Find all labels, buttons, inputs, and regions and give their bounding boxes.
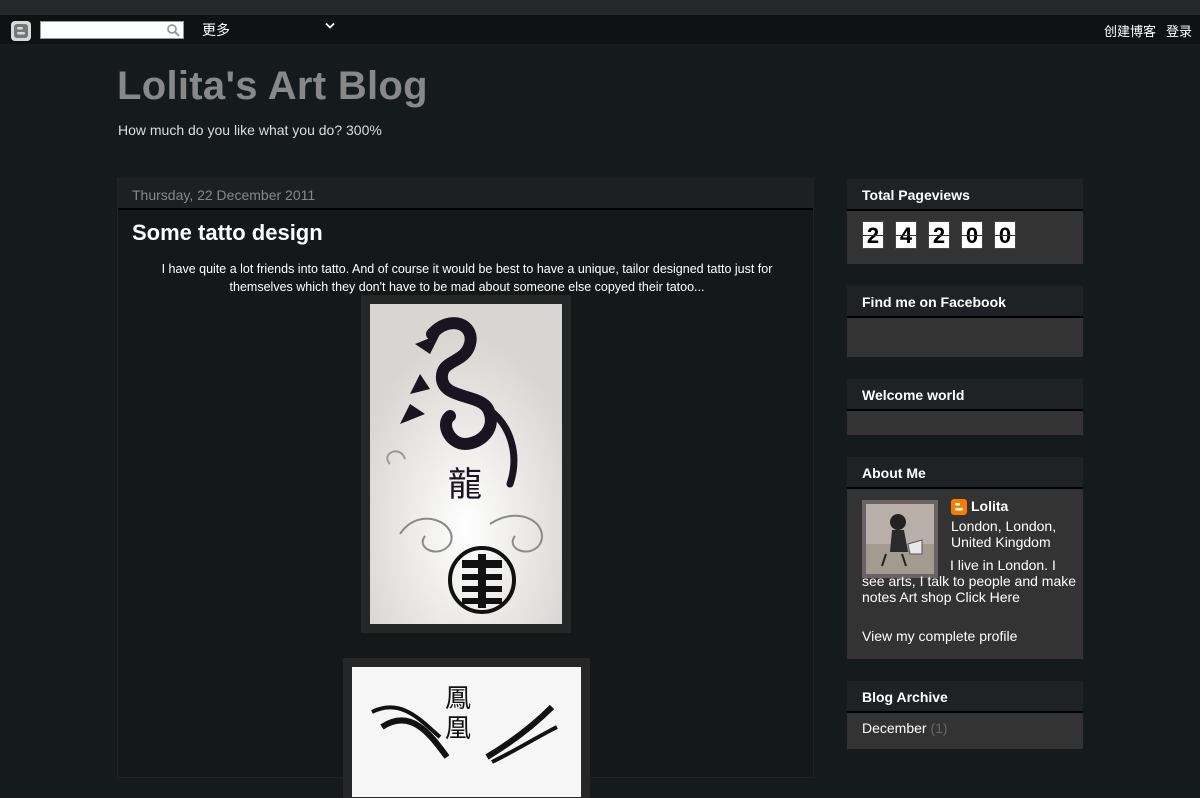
about-me-header: About Me <box>847 457 1083 489</box>
counter-digit: 2 <box>862 221 884 249</box>
svg-text:鳳: 鳳 <box>445 684 471 714</box>
blog-archive-title: Blog Archive <box>862 689 948 705</box>
archive-count: (1) <box>930 720 948 736</box>
post-body-text: I have quite a lot friends into tatto. A… <box>161 262 773 294</box>
counter-digit: 0 <box>994 221 1016 249</box>
blogger-profile-icon <box>951 499 967 515</box>
facebook-widget: Find me on Facebook <box>846 285 1084 358</box>
about-me-widget: About Me Lolita London, London, United K… <box>846 456 1084 660</box>
blogger-logo-icon[interactable] <box>11 21 31 41</box>
navbar-search-input[interactable] <box>40 21 184 39</box>
counter-digit: 2 <box>928 221 950 249</box>
main-column: Thursday, 22 December 2011 Some tatto de… <box>117 178 814 798</box>
post-date: Thursday, 22 December 2011 <box>132 187 316 203</box>
archive-month-link[interactable]: December <box>862 720 927 736</box>
view-profile-link[interactable]: View my complete profile <box>862 628 1017 644</box>
pageviews-header: Total Pageviews <box>847 179 1083 211</box>
svg-text:龍: 龍 <box>448 465 482 505</box>
counter-digit: 0 <box>961 221 983 249</box>
post-title[interactable]: Some tatto design <box>132 220 323 246</box>
facebook-title: Find me on Facebook <box>862 294 1006 310</box>
blog-title[interactable]: Lolita's Art Blog <box>117 64 428 109</box>
create-blog-link[interactable]: 创建博客 <box>1104 21 1156 40</box>
phoenix-tattoo-picture: 鳳 凰 <box>352 667 581 797</box>
chevron-down-icon[interactable] <box>325 22 335 30</box>
dragon-tattoo-picture: 龍 <box>370 304 562 624</box>
navbar-more-menu[interactable]: 更多 <box>202 20 230 40</box>
dragon-tattoo-image[interactable]: 龍 <box>361 295 571 633</box>
welcome-title: Welcome world <box>862 387 965 403</box>
welcome-header: Welcome world <box>847 379 1083 411</box>
pageviews-widget: Total Pageviews 2 4 2 0 0 <box>846 178 1084 265</box>
profile-location: London, London, United Kingdom <box>951 518 1057 550</box>
blog-archive-header: Blog Archive <box>847 681 1083 713</box>
navbar-top-strip <box>0 0 1200 15</box>
welcome-widget: Welcome world <box>846 378 1084 436</box>
counter-digit: 4 <box>895 221 917 249</box>
profile-description: I live in London. I see arts, I talk to … <box>862 557 1077 605</box>
phoenix-tattoo-image[interactable]: 鳳 凰 <box>343 658 590 798</box>
search-icon[interactable] <box>167 24 180 37</box>
post-date-header: Thursday, 22 December 2011 <box>118 179 813 210</box>
archive-month-item[interactable]: December (1) <box>862 720 948 736</box>
facebook-header: Find me on Facebook <box>847 286 1083 318</box>
login-link[interactable]: 登录 <box>1166 21 1192 40</box>
blog-description: How much do you like what you do? 300% <box>118 122 382 138</box>
pageviews-title: Total Pageviews <box>862 187 970 203</box>
profile-name-link[interactable]: Lolita <box>971 498 1008 514</box>
about-me-title: About Me <box>862 465 926 481</box>
